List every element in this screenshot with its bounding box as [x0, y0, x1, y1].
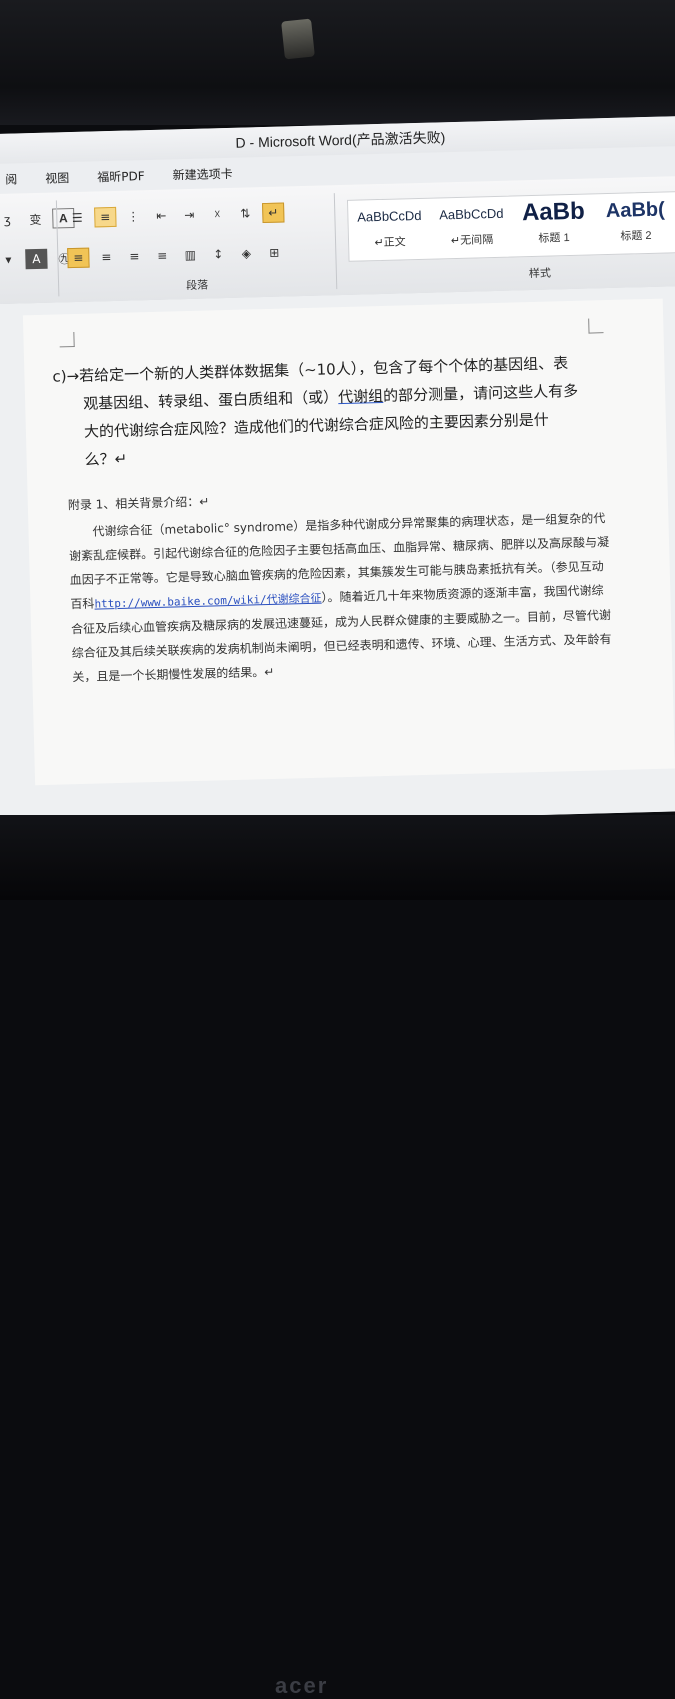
question-line: 的部分测量，请问这些人有多 [382, 381, 579, 405]
font-dropdown-icon[interactable]: ▾ [0, 249, 20, 270]
paragraph-group-label: 段落 [185, 278, 209, 293]
char-shading-icon[interactable]: A [25, 248, 48, 270]
style-preview: AaBbCcDd [439, 205, 504, 223]
tab-foxit-pdf[interactable]: 福昕PDF [83, 166, 159, 185]
style-name: ↵无间隔 [450, 234, 494, 248]
bullets-icon[interactable]: ☰ [66, 208, 89, 229]
webcam-icon [281, 18, 315, 60]
style-preview: AaBb( [605, 198, 666, 223]
chinese-layout-icon[interactable]: ☓ [206, 204, 229, 225]
shading-icon[interactable]: ◈ [235, 243, 258, 264]
brand-logo: acer [275, 1673, 329, 1698]
show-marks-icon[interactable]: ↵ [262, 202, 285, 224]
increase-indent-icon[interactable]: ⇥ [178, 205, 201, 226]
decrease-indent-icon[interactable]: ⇤ [150, 205, 173, 226]
question-prefix: c)→ [52, 366, 80, 386]
monitor-bezel-bottom: acer [0, 815, 675, 1698]
align-left-icon[interactable]: ≡ [67, 247, 90, 269]
question-line: 么？↵ [84, 449, 128, 469]
style-no-spacing[interactable]: AaBbCcDd ↵无间隔 [430, 197, 514, 259]
multilevel-list-icon[interactable]: ⋮ [122, 206, 145, 227]
style-name: 标题 1 [538, 232, 570, 245]
margin-mark [59, 332, 75, 348]
document-page[interactable]: c)→若给定一个新的人类群体数据集（~10人），包含了每个个体的基因组、表 观基… [22, 298, 675, 786]
phonetic-guide-icon[interactable]: ʒ [0, 209, 19, 230]
sort-icon[interactable]: ⇅ [234, 203, 257, 224]
style-heading-2[interactable]: AaBb( 标题 2 [594, 192, 675, 254]
screen: D - Microsoft Word(产品激活失败) 阅 视图 福昕PDF 新建… [0, 115, 675, 830]
ribbon: ʒ 变 A ▾ A ㊈ ☰ ≡ ⋮ ⇤ ⇥ ☓ ⇅ ↵ ≡ ≡ ≡ ≡ ▥ ↕ … [0, 175, 675, 306]
style-name: 标题 2 [620, 229, 652, 243]
style-preview: AaBb [521, 197, 586, 227]
appendix-title: 附录 1、相关背景介绍：↵ [67, 494, 210, 513]
question-underlined-term: 代谢组 [337, 386, 384, 407]
justify-icon[interactable]: ≡ [151, 245, 174, 266]
font-group: ʒ 变 A ▾ A ㊈ [0, 193, 75, 305]
distributed-icon[interactable]: ▥ [179, 245, 202, 266]
monitor-bezel-top [0, 0, 675, 125]
document-area: c)→若给定一个新的人类群体数据集（~10人），包含了每个个体的基因组、表 观基… [0, 285, 675, 830]
char-border-icon[interactable]: 变 [24, 209, 47, 230]
borders-icon[interactable]: ⊞ [263, 242, 286, 263]
margin-mark [588, 318, 604, 334]
tab-new[interactable]: 新建选项卡 [158, 164, 246, 183]
style-normal[interactable]: AaBbCcDd ↵正文 [348, 199, 432, 261]
style-preview: AaBbCcDd [357, 207, 422, 225]
appendix-link[interactable]: http://www.baike.com/wiki/代谢综合征 [94, 592, 321, 611]
appendix-paragraph: 代谢综合征（metabolic° syndrome）是指多种代谢成分异常聚集的病… [68, 506, 612, 689]
question-line: 大的代谢综合症风险？造成他们的代谢综合症风险的主要因素分别是什 [83, 410, 550, 441]
style-name: ↵正文 [374, 236, 406, 250]
question-paragraph: c)→若给定一个新的人类群体数据集（~10人），包含了每个个体的基因组、表 观基… [52, 348, 615, 475]
paragraph-group: ☰ ≡ ⋮ ⇤ ⇥ ☓ ⇅ ↵ ≡ ≡ ≡ ≡ ▥ ↕ ◈ ⊞ 段落 [60, 185, 333, 302]
question-line: 观基因组、转录组、蛋白质组和（或） [82, 388, 339, 413]
tab-review[interactable]: 阅 [0, 170, 32, 188]
tab-view[interactable]: 视图 [31, 168, 83, 186]
numbering-icon[interactable]: ≡ [94, 206, 117, 228]
styles-group: AaBbCcDd ↵正文 AaBbCcDd ↵无间隔 AaBb 标题 1 AaB… [346, 179, 675, 292]
styles-gallery: AaBbCcDd ↵正文 AaBbCcDd ↵无间隔 AaBb 标题 1 AaB… [346, 190, 675, 262]
styles-group-label: 样式 [528, 266, 552, 281]
line-spacing-icon[interactable]: ↕ [207, 244, 230, 265]
align-right-icon[interactable]: ≡ [123, 246, 146, 267]
align-center-icon[interactable]: ≡ [95, 247, 118, 268]
style-heading-1[interactable]: AaBb 标题 1 [512, 194, 596, 256]
